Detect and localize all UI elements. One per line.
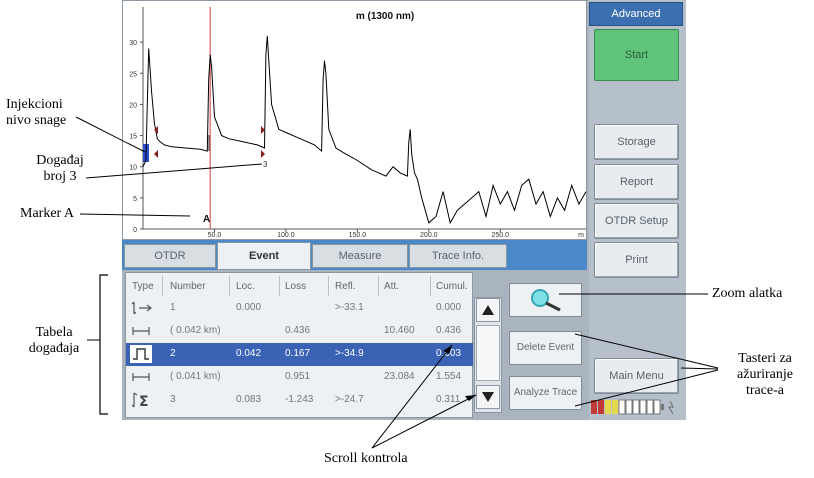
annotation-lines xyxy=(75,116,719,449)
annotation-injection-level: Injekcioni nivo snage xyxy=(6,97,67,128)
annotation-events-table: Tabela događaja xyxy=(28,325,80,356)
annotation-zoom-tool: Zoom alatka xyxy=(712,286,783,301)
annotation-marker-a: Marker A xyxy=(20,206,75,221)
annotation-update-buttons: Tasteri za ažuriranje trace-a xyxy=(737,351,793,398)
annotation-scroll-control: Scroll kontrola xyxy=(324,451,408,466)
annotation-event-3: Događaj broj 3 xyxy=(36,153,84,184)
